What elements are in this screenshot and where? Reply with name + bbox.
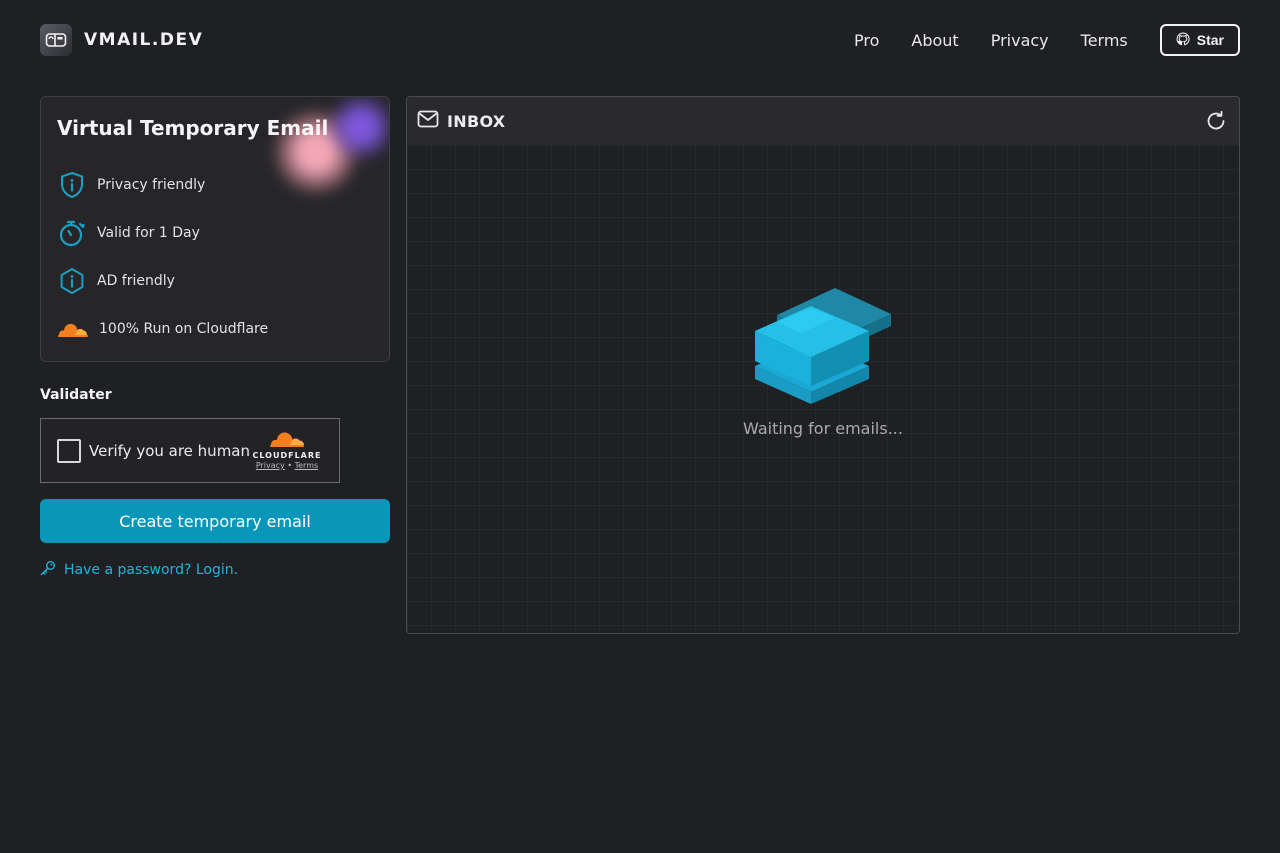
inbox-header: INBOX	[407, 97, 1239, 145]
feature-ad: AD friendly	[57, 266, 175, 296]
nav-pro[interactable]: Pro	[854, 31, 879, 50]
info-hexagon-icon	[57, 266, 87, 296]
create-email-button[interactable]: Create temporary email	[40, 499, 390, 543]
waiting-text: Waiting for emails...	[743, 419, 903, 438]
header: VMAIL.DEV Pro About Privacy Terms Star	[40, 22, 1240, 58]
feature-card: Virtual Temporary Email Privacy friendly…	[40, 96, 390, 362]
top-nav: Pro About Privacy Terms Star	[822, 24, 1240, 56]
stacked-trays-icon	[753, 282, 893, 411]
nav-about[interactable]: About	[911, 31, 958, 50]
cloudflare-wordmark: CLOUDFLARE	[252, 451, 322, 460]
verify-human-checkbox[interactable]	[57, 439, 81, 463]
inbox-title-wrap: INBOX	[417, 110, 505, 132]
cloudflare-badge: CLOUDFLARE Privacy • Terms	[249, 429, 325, 470]
github-star-button[interactable]: Star	[1159, 24, 1240, 56]
shield-info-icon	[57, 170, 87, 200]
inbox-panel: INBOX Waiting for emails...	[406, 96, 1240, 634]
verify-human-label[interactable]: Verify you are human	[89, 442, 250, 460]
feature-label: Privacy friendly	[97, 177, 206, 193]
login-link[interactable]: Have a password? Login.	[40, 560, 238, 580]
key-icon	[40, 560, 56, 580]
turnstile-terms-link[interactable]: Terms	[295, 461, 319, 470]
inbox-title: INBOX	[447, 111, 506, 131]
feature-cloudflare: 100% Run on Cloudflare	[57, 314, 268, 344]
turnstile-links: Privacy • Terms	[249, 461, 325, 470]
mailbox-logo-icon	[40, 24, 72, 56]
star-label: Star	[1196, 32, 1224, 48]
card-title: Virtual Temporary Email	[57, 116, 329, 140]
feature-validity: Valid for 1 Day	[57, 218, 200, 248]
envelope-icon	[417, 110, 439, 132]
link-separator: •	[287, 461, 293, 470]
turnstile-privacy-link[interactable]: Privacy	[256, 461, 285, 470]
nav-terms[interactable]: Terms	[1081, 31, 1128, 50]
inbox-empty-state: Waiting for emails...	[407, 282, 1239, 438]
stopwatch-icon	[57, 218, 87, 248]
turnstile-widget: Verify you are human CLOUDFLARE Privacy …	[40, 418, 340, 483]
github-icon	[1176, 32, 1190, 49]
refresh-icon[interactable]	[1205, 110, 1227, 132]
brand-name: VMAIL.DEV	[84, 30, 204, 50]
validater-heading: Validater	[40, 387, 112, 403]
cloudflare-cloud-icon	[57, 314, 89, 344]
feature-label: 100% Run on Cloudflare	[99, 321, 269, 337]
feature-privacy: Privacy friendly	[57, 170, 205, 200]
login-label: Have a password? Login.	[64, 562, 239, 578]
nav-privacy[interactable]: Privacy	[991, 31, 1049, 50]
feature-label: AD friendly	[97, 273, 175, 289]
brand[interactable]: VMAIL.DEV	[40, 24, 203, 56]
feature-label: Valid for 1 Day	[97, 225, 200, 241]
